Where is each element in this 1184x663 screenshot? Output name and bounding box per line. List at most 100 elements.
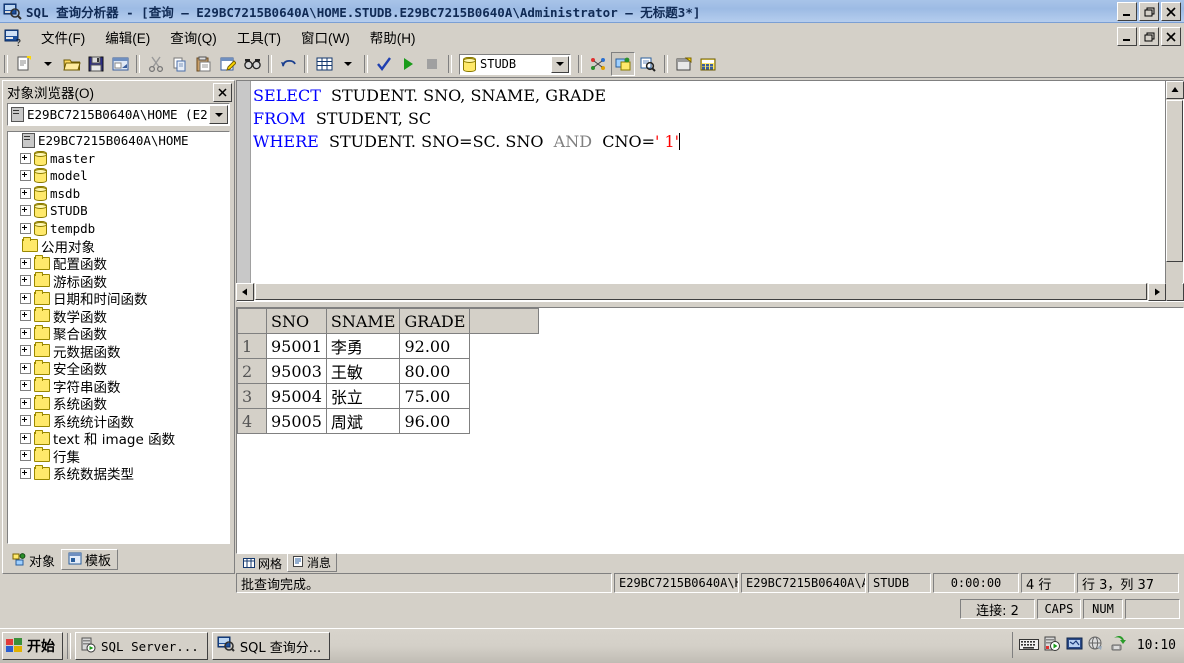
manage-indexes-icon[interactable] [611, 52, 635, 76]
object-search-icon[interactable] [637, 53, 659, 75]
table-row[interactable]: 2 95003 王敏 80.00 [237, 358, 539, 384]
menu-edit[interactable]: 编辑(E) [95, 24, 160, 50]
tree-node[interactable]: msdb [8, 185, 229, 203]
clear-window-icon[interactable] [217, 53, 239, 75]
column-header-grade[interactable]: GRADE [399, 308, 471, 334]
tab-templates[interactable]: 模板 [61, 549, 119, 570]
tree-expand-icon[interactable] [20, 310, 31, 322]
table-row[interactable]: 3 95004 张立 75.00 [237, 383, 539, 409]
tree-expand-icon[interactable] [20, 380, 31, 392]
results-grid[interactable]: SNO SNAME GRADE 1 95001 李勇 92.00 2 95003 王敏 80.… [237, 308, 540, 434]
tree-node[interactable]: 字符串函数 [8, 377, 229, 396]
show-server-trace-icon[interactable] [697, 53, 719, 75]
taskbar-item-query-analyzer[interactable]: SQL 查询分... [211, 632, 331, 660]
display-estimated-plan-icon[interactable] [587, 53, 609, 75]
tree-expand-icon[interactable] [20, 152, 31, 164]
cell-sno[interactable]: 95001 [266, 333, 327, 359]
cell-grade[interactable]: 75.00 [399, 383, 471, 409]
menu-tools[interactable]: 工具(T) [227, 24, 291, 50]
table-row[interactable]: 4 95005 周斌 96.00 [237, 408, 539, 434]
tab-messages[interactable]: 消息 [287, 553, 338, 572]
cell-sname[interactable]: 王敏 [325, 358, 401, 384]
tree-node[interactable]: master [8, 150, 229, 168]
open-file-icon[interactable] [61, 53, 83, 75]
tree-node[interactable]: 行集 [8, 447, 229, 466]
results-pane[interactable]: SNO SNAME GRADE 1 95001 李勇 92.00 2 95003 王敏 80.… [236, 307, 1184, 554]
tree-node[interactable]: 安全函数 [8, 359, 229, 378]
row-number-cell[interactable]: 3 [237, 383, 267, 409]
editor-scroll-right-button[interactable] [1148, 282, 1166, 301]
cell-sname[interactable]: 周斌 [325, 408, 401, 434]
mdi-restore-button[interactable] [1139, 27, 1159, 46]
parse-query-icon[interactable] [373, 53, 395, 75]
menu-query[interactable]: 查询(Q) [160, 24, 227, 50]
tree-node[interactable]: 日期和时间函数 [8, 289, 229, 308]
start-button[interactable]: 开始 [2, 632, 63, 660]
cell-sno[interactable]: 95005 [266, 408, 327, 434]
editor-scroll-thumb[interactable] [1166, 100, 1183, 262]
row-number-cell[interactable]: 4 [237, 408, 267, 434]
keyboard-layout-icon[interactable] [1018, 637, 1039, 654]
new-query-dropdown-icon[interactable] [37, 53, 59, 75]
database-combo[interactable]: STUDB [459, 53, 571, 75]
tree-node[interactable]: 聚合函数 [8, 324, 229, 343]
tree-node[interactable]: text 和 image 函数 [8, 429, 229, 448]
tree-expand-icon[interactable] [20, 415, 31, 427]
row-number-cell[interactable]: 1 [237, 333, 267, 359]
tree-expand-icon[interactable] [20, 205, 31, 217]
editor-hscroll-thumb[interactable] [255, 283, 1147, 300]
cell-sno[interactable]: 95004 [266, 383, 327, 409]
tree-node[interactable]: 系统数据类型 [8, 464, 229, 483]
mdi-close-button[interactable] [1161, 27, 1181, 46]
tree-expand-icon[interactable] [20, 362, 31, 374]
cut-icon[interactable] [145, 53, 167, 75]
cell-grade[interactable]: 92.00 [399, 333, 471, 359]
paste-icon[interactable] [193, 53, 215, 75]
insert-template-icon[interactable] [109, 53, 131, 75]
tree-expand-icon[interactable] [20, 345, 31, 357]
results-grid-icon[interactable] [313, 53, 335, 75]
menu-window[interactable]: 窗口(W) [291, 24, 360, 50]
new-query-icon[interactable] [13, 53, 35, 75]
sql-editor-code[interactable]: SELECT STUDENT. SNO, SNAME, GRADE FROM ST… [253, 84, 1163, 153]
close-button[interactable] [1161, 2, 1181, 21]
sql-server-service-manager-icon[interactable] [1044, 636, 1061, 655]
network-icon[interactable] [1088, 636, 1105, 654]
cancel-query-icon[interactable] [421, 53, 443, 75]
save-icon[interactable] [85, 53, 107, 75]
editor-scroll-left-button[interactable] [236, 282, 254, 301]
menu-help[interactable]: 帮助(H) [360, 24, 426, 50]
cell-sname[interactable]: 李勇 [325, 333, 401, 359]
row-number-cell[interactable]: 2 [237, 358, 267, 384]
find-icon[interactable] [241, 53, 263, 75]
object-browser-icon[interactable] [673, 53, 695, 75]
restore-button[interactable] [1139, 2, 1159, 21]
database-combo-dropdown-icon[interactable] [551, 55, 569, 73]
tab-grid[interactable]: 网格 [238, 555, 288, 572]
tree-expand-icon[interactable] [20, 222, 31, 234]
tree-expand-icon[interactable] [20, 292, 31, 304]
column-header-sname[interactable]: SNAME [325, 308, 401, 334]
table-row[interactable]: 1 95001 李勇 92.00 [237, 333, 539, 359]
tree-expand-icon[interactable] [20, 397, 31, 409]
tree-expand-icon[interactable] [20, 327, 31, 339]
tree-node[interactable]: tempdb [8, 220, 229, 238]
mdi-minimize-button[interactable] [1117, 27, 1137, 46]
object-browser-close-button[interactable] [213, 82, 232, 102]
tree-node[interactable]: model [8, 167, 229, 185]
cell-sno[interactable]: 95003 [266, 358, 327, 384]
editor-vertical-scrollbar[interactable] [1165, 81, 1184, 301]
editor-scroll-up-button[interactable] [1166, 81, 1184, 99]
tree-node[interactable]: 系统函数 [8, 394, 229, 413]
volume-icon[interactable] [1066, 636, 1083, 654]
tree-node[interactable]: STUDB [8, 202, 229, 220]
tab-objects[interactable]: 对象 [6, 551, 62, 570]
menu-file[interactable]: 文件(F) [31, 24, 95, 50]
tree-expand-icon[interactable] [20, 467, 31, 479]
server-connection-dropdown-icon[interactable] [209, 105, 228, 124]
sql-editor[interactable]: SELECT STUDENT. SNO, SNAME, GRADE FROM ST… [236, 80, 1184, 302]
tree-expand-icon[interactable] [20, 257, 31, 269]
minimize-button[interactable] [1117, 2, 1137, 21]
editor-horizontal-scrollbar[interactable] [236, 282, 1182, 301]
tree-expand-icon[interactable] [20, 450, 31, 462]
